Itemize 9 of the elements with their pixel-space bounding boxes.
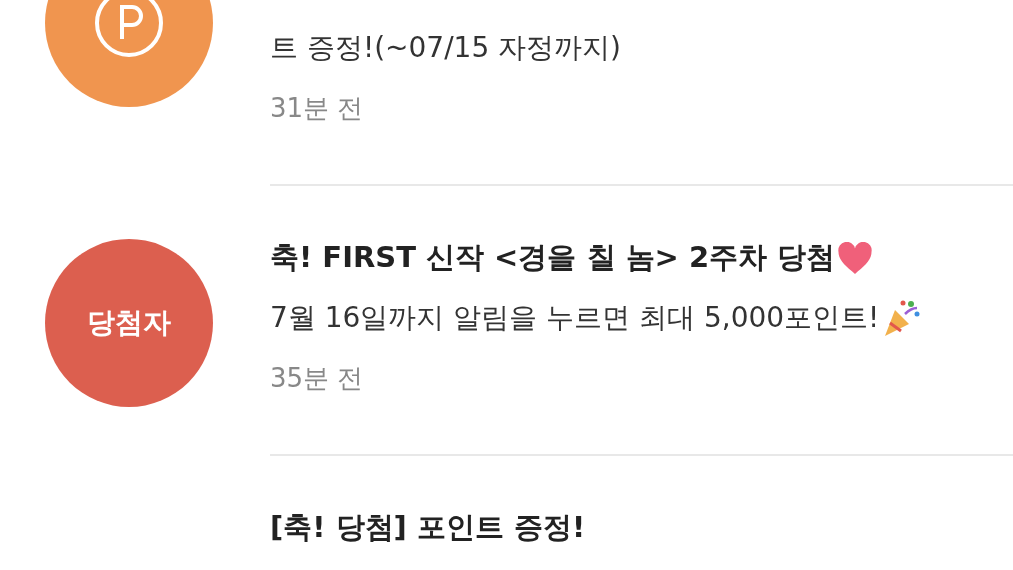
heart-icon bbox=[837, 241, 874, 275]
timestamp: 35분 전 bbox=[270, 362, 365, 395]
notification-message: 7월 16일까지 알림을 누르면 최대 5,000포인트! bbox=[270, 300, 880, 336]
point-icon bbox=[93, 0, 165, 59]
notification-title[interactable]: 축! FIRST 신작 <경을 칠 놈> 2주차 당첨 bbox=[270, 238, 836, 278]
timestamp: 31분 전 bbox=[270, 92, 365, 125]
avatar-label: 당첨자 bbox=[87, 305, 171, 341]
notification-message: 트 증정!(~07/15 자정까지) bbox=[270, 30, 622, 66]
notification-title[interactable]: [축! 당첨] 포인트 증정! bbox=[270, 508, 586, 548]
